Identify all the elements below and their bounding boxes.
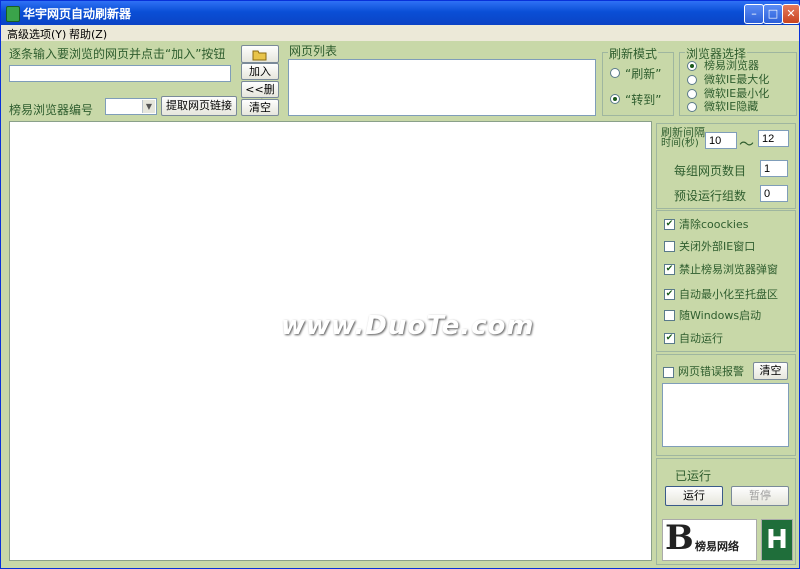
h-logo-icon: H	[761, 519, 793, 561]
app-window: 华宇网页自动刷新器 – □ ✕ 高级选项(Y) 帮助(Z) 逐条输入要浏览的网页…	[0, 0, 800, 569]
close-button[interactable]: ✕	[782, 4, 800, 24]
logo-text: 榜易网络	[695, 540, 739, 553]
browser-ie-hidden-radio[interactable]	[687, 102, 697, 112]
clear-list-button[interactable]: 清空	[241, 99, 279, 116]
minimize-button[interactable]: –	[744, 4, 764, 24]
window-title: 华宇网页自动刷新器	[23, 7, 132, 21]
chevron-down-icon[interactable]: ▼	[142, 100, 155, 113]
browser-ie-hidden-label: 微软IE隐藏	[704, 100, 759, 113]
main-panel: 逐条输入要浏览的网页并点击“加入”按钮 榜易浏览器编号 ▼ 提取网页链接 加入>…	[1, 41, 799, 568]
menu-advanced-options[interactable]: 高级选项(Y)	[7, 26, 66, 42]
group-count-input[interactable]	[760, 160, 788, 177]
minimize-to-tray-checkbox[interactable]: ✔	[664, 289, 675, 300]
title-bar[interactable]: 华宇网页自动刷新器 – □ ✕	[1, 1, 800, 25]
close-external-ie-label: 关闭外部IE窗口	[679, 240, 756, 253]
refresh-mode-goto-label: “转到”	[625, 93, 662, 107]
error-clear-button[interactable]: 清空	[753, 362, 788, 380]
open-folder-button[interactable]	[241, 45, 279, 63]
fetch-links-button[interactable]: 提取网页链接	[161, 96, 237, 116]
auto-run-label: 自动运行	[679, 332, 723, 345]
run-status: 已运行	[675, 469, 712, 483]
error-alarm-label: 网页错误报警	[678, 365, 744, 378]
start-with-windows-label: 随Windows启动	[679, 309, 762, 322]
bangyi-logo: B 榜易网络	[662, 518, 757, 561]
preset-runs-input[interactable]	[760, 185, 788, 202]
interval-min-input[interactable]	[705, 132, 737, 149]
interval-label-line2: 时间(秒)	[661, 138, 699, 149]
interval-separator: ～	[739, 135, 755, 153]
maximize-button[interactable]: □	[763, 4, 783, 24]
interval-label-line1: 刷新间隔	[661, 126, 705, 139]
logo-letter: B	[665, 518, 694, 558]
block-popups-checkbox[interactable]: ✔	[664, 264, 675, 275]
refresh-mode-label: 刷新模式	[608, 45, 659, 62]
minimize-to-tray-label: 自动最小化至托盘区	[679, 288, 778, 301]
interval-label: 刷新间隔 时间(秒)	[661, 127, 705, 149]
app-icon	[6, 6, 20, 22]
auto-run-checkbox[interactable]: ✔	[664, 333, 675, 344]
clear-cookies-checkbox[interactable]: ✔	[664, 219, 675, 230]
remove-button[interactable]: <<删除	[241, 81, 279, 111]
pause-button[interactable]: 暂停	[731, 486, 789, 506]
browser-id-label: 榜易浏览器编号	[9, 103, 94, 117]
page-list-label: 网页列表	[289, 44, 338, 58]
url-input[interactable]	[9, 65, 231, 82]
add-button[interactable]: 加入>>	[241, 63, 279, 93]
block-popups-label: 禁止榜易浏览器弹窗	[679, 263, 778, 276]
run-button[interactable]: 运行	[665, 486, 723, 506]
menu-bar: 高级选项(Y) 帮助(Z)	[1, 25, 799, 41]
group-count-label: 每组网页数目	[674, 164, 747, 178]
page-list[interactable]	[288, 59, 596, 116]
preset-runs-label: 预设运行组数	[674, 189, 747, 203]
refresh-mode-goto-radio[interactable]	[610, 94, 620, 104]
clear-cookies-label: 清除coockies	[679, 218, 749, 231]
refresh-mode-refresh-radio[interactable]	[610, 68, 620, 78]
browser-ie-max-radio[interactable]	[687, 75, 697, 85]
interval-max-input[interactable]	[758, 130, 789, 147]
url-input-instruction: 逐条输入要浏览的网页并点击“加入”按钮	[9, 47, 226, 61]
error-log[interactable]	[662, 383, 789, 447]
refresh-mode-refresh-label: “刷新”	[625, 67, 662, 81]
menu-help[interactable]: 帮助(Z)	[69, 26, 107, 42]
watermark: www.DuoTe.com	[281, 311, 535, 341]
folder-icon	[252, 50, 267, 61]
browser-view[interactable]	[9, 121, 652, 561]
browser-bangyi-radio[interactable]	[687, 61, 697, 71]
start-with-windows-checkbox[interactable]	[664, 310, 675, 321]
browser-id-select[interactable]: ▼	[105, 98, 157, 115]
browser-ie-min-radio[interactable]	[687, 89, 697, 99]
close-external-ie-checkbox[interactable]	[664, 241, 675, 252]
error-alarm-checkbox[interactable]	[663, 367, 674, 378]
